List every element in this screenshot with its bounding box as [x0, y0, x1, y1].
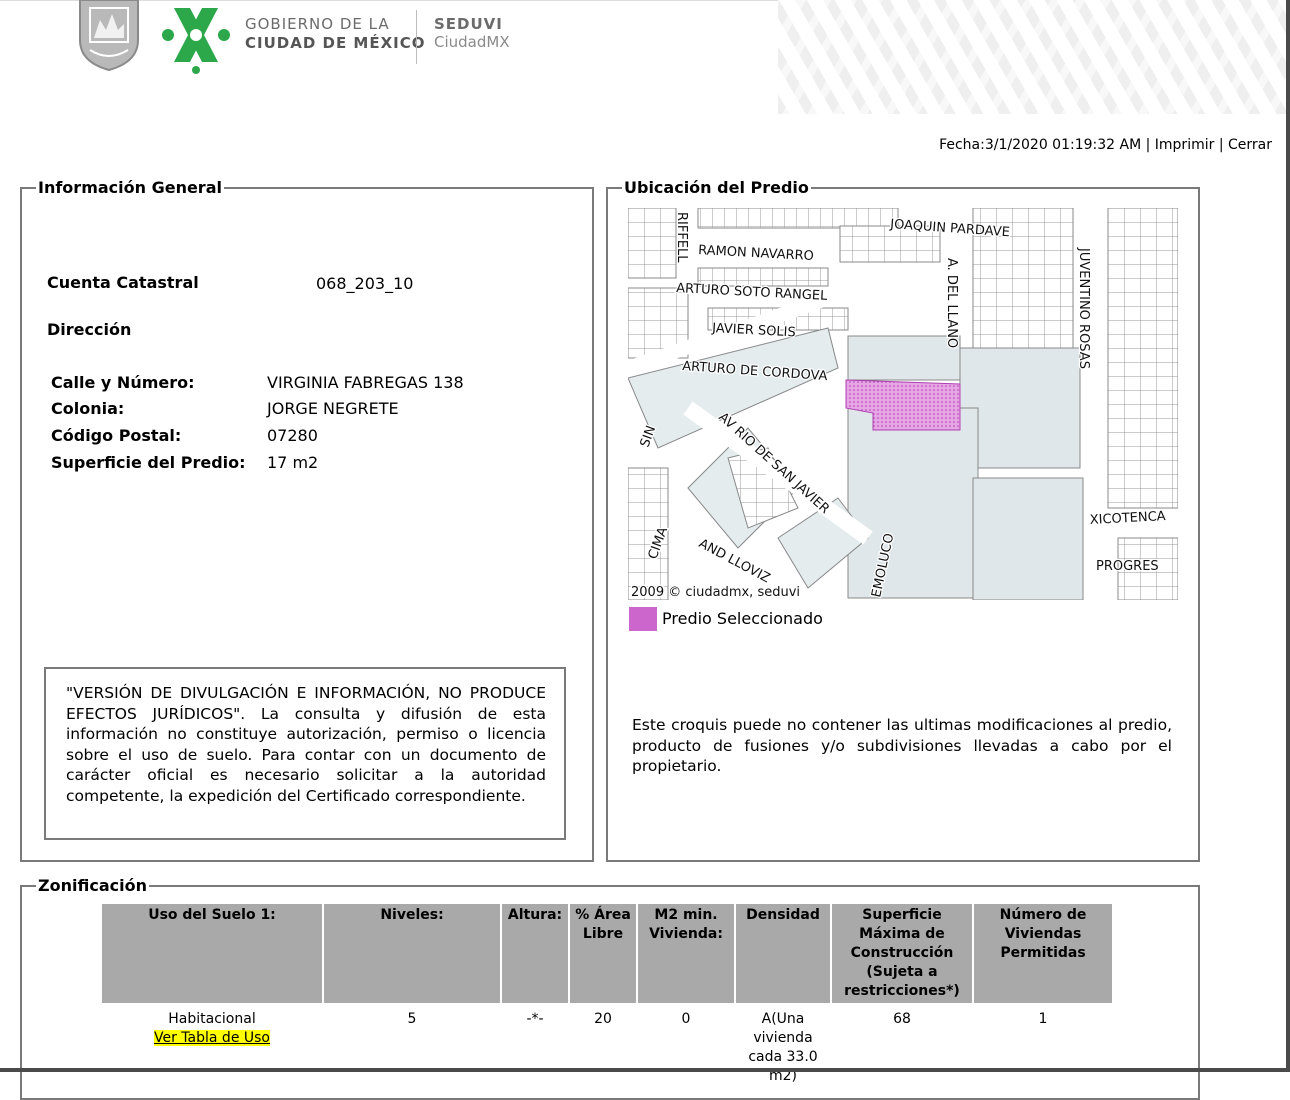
separator: |	[1141, 137, 1155, 153]
header-divider	[416, 10, 417, 64]
cuenta-catastral-value: 068_203_10	[316, 274, 414, 293]
calle-value: VIRGINIA FABREGAS 138	[267, 373, 464, 392]
cdmx-logo-icon	[162, 8, 230, 74]
location-map[interactable]: JOAQUIN PARDAVE RIFFELL RAMON NAVARRO A.…	[628, 208, 1178, 600]
map-disclaimer: Este croquis puede no contener las ultim…	[632, 716, 1172, 776]
gov-name-line2: CIUDAD DE MÉXICO	[245, 34, 426, 52]
uso-value: Habitacional	[168, 1011, 256, 1027]
map-drawing: JOAQUIN PARDAVE RIFFELL RAMON NAVARRO A.…	[628, 208, 1178, 600]
colonia-label: Colonia:	[51, 399, 125, 418]
header-superficie-max: Superficie Máxima de Construcción (Sujet…	[832, 904, 972, 1003]
header-num-viviendas: Número de Viviendas Permitidas	[974, 904, 1112, 1003]
date-text: Fecha:3/1/2020 01:19:32 AM	[939, 137, 1142, 153]
zoning-table: Uso del Suelo 1: Niveles: Altura: % Área…	[100, 902, 1114, 1088]
predio-legend-swatch	[629, 607, 657, 631]
superficie-value: 17 m2	[267, 453, 319, 472]
direccion-label: Dirección	[47, 320, 132, 339]
street-label: JUVENTINO ROSAS	[1076, 247, 1091, 369]
cell-num-viviendas: 1	[974, 1005, 1112, 1086]
cell-superficie-max: 68	[832, 1005, 972, 1086]
codigo-postal-value: 07280	[267, 426, 318, 445]
page-header: GOBIERNO DE LA CIUDAD DE MÉXICO SEDUVI C…	[0, 0, 1290, 118]
legal-notice: "VERSIÓN DE DIVULGACIÓN E INFORMACIÓN, N…	[44, 667, 566, 840]
zoning-legend: Zonificación	[38, 876, 147, 895]
colonia-value: JORGE NEGRETE	[267, 399, 399, 418]
header-densidad: Densidad	[736, 904, 830, 1003]
table-row: Habitacional Ver Tabla de Uso 5 -*- 20 0…	[102, 1005, 1112, 1086]
window-bottom-edge	[0, 1068, 1290, 1072]
header-m2-min: M2 min. Vivienda:	[638, 904, 734, 1003]
header-pattern	[778, 0, 1290, 114]
print-link[interactable]: Imprimir	[1155, 137, 1215, 153]
codigo-postal-label: Código Postal:	[51, 426, 182, 445]
street-label: A. DEL LLANO	[944, 258, 959, 348]
separator: |	[1214, 137, 1228, 153]
close-link[interactable]: Cerrar	[1228, 137, 1272, 153]
street-label: RIFFELL	[674, 212, 689, 263]
map-copyright: 2009 © ciudadmx, seduvi	[631, 585, 800, 600]
table-header-row: Uso del Suelo 1: Niveles: Altura: % Área…	[102, 904, 1112, 1003]
ver-tabla-uso-link[interactable]: Ver Tabla de Uso	[154, 1030, 270, 1046]
street-label: PROGRES	[1096, 559, 1159, 574]
header-altura: Altura:	[502, 904, 568, 1003]
superficie-label: Superficie del Predio:	[51, 453, 246, 472]
window-edge	[1286, 0, 1290, 1072]
cell-m2-min: 0	[638, 1005, 734, 1086]
header-niveles: Niveles:	[324, 904, 500, 1003]
cell-altura: -*-	[502, 1005, 568, 1086]
cell-densidad: A(Una vivienda cada 33.0 m2)	[736, 1005, 830, 1086]
cell-niveles: 5	[324, 1005, 500, 1086]
header-uso-suelo: Uso del Suelo 1:	[102, 904, 322, 1003]
cell-uso: Habitacional Ver Tabla de Uso	[102, 1005, 322, 1086]
cuenta-catastral-label: Cuenta Catastral	[47, 273, 199, 292]
cell-area-libre: 20	[570, 1005, 636, 1086]
general-info-legend: Información General	[38, 178, 222, 197]
agency-subtitle: CiudadMX	[434, 33, 510, 51]
location-legend: Ubicación del Predio	[624, 178, 809, 197]
coat-of-arms-icon	[79, 0, 139, 72]
agency-name: SEDUVI	[434, 15, 503, 33]
calle-label: Calle y Número:	[51, 373, 195, 392]
gov-name-line1: GOBIERNO DE LA	[245, 15, 390, 33]
date-toolbar: Fecha:3/1/2020 01:19:32 AM | Imprimir | …	[939, 137, 1272, 153]
header-area-libre: % Área Libre	[570, 904, 636, 1003]
predio-legend-label: Predio Seleccionado	[662, 609, 823, 628]
